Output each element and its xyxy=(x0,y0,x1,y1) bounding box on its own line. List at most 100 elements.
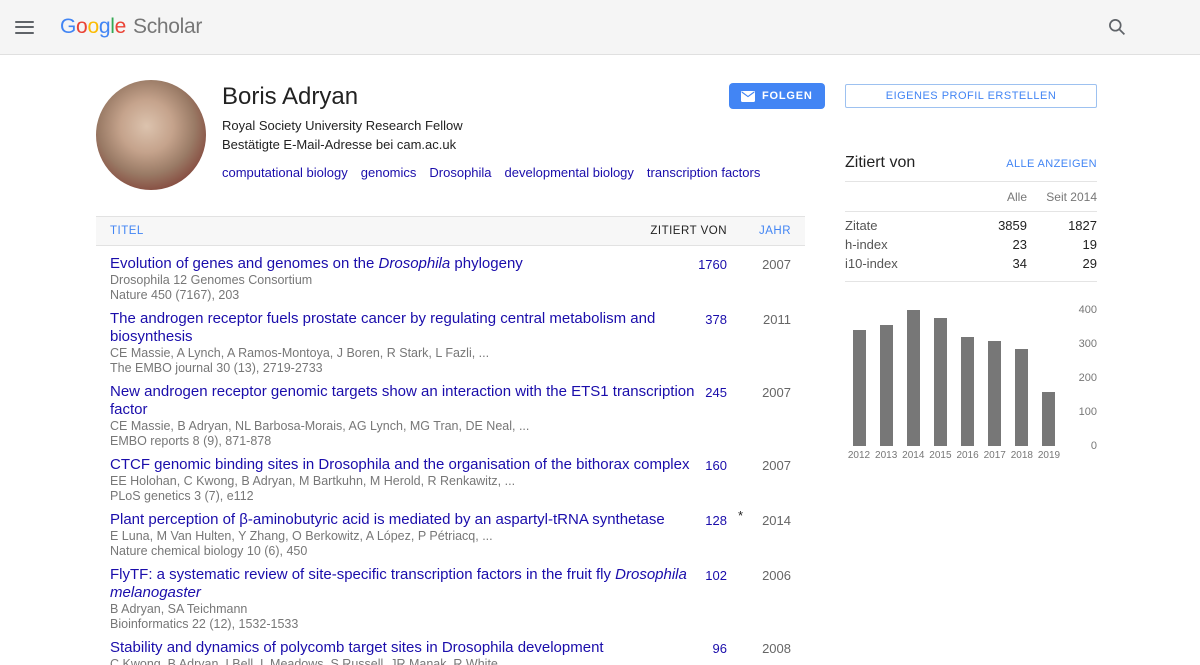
chart-bar[interactable] xyxy=(934,318,947,446)
publication-row: FlyTF: a systematic review of site-speci… xyxy=(96,563,805,636)
cited-by-count-link[interactable]: 160 xyxy=(705,458,727,473)
interest-link[interactable]: transcription factors xyxy=(647,165,760,180)
cited-by-count-link[interactable]: 378 xyxy=(705,312,727,327)
publications-table: TITEL ZITIERT VON JAHR Evolution of gene… xyxy=(96,216,805,665)
publication-row: Stability and dynamics of polycomb targe… xyxy=(96,636,805,665)
view-all-link[interactable]: ALLE ANZEIGEN xyxy=(1006,158,1097,170)
chart-year-label: 2013 xyxy=(875,450,897,461)
chart-year-label: 2015 xyxy=(929,450,951,461)
publication-row: New androgen receptor genomic targets sh… xyxy=(96,380,805,453)
interest-link[interactable]: computational biology xyxy=(222,165,348,180)
publication-title-link[interactable]: FlyTF: a systematic review of site-speci… xyxy=(110,566,730,602)
chart-bar[interactable] xyxy=(961,337,974,446)
citations-chart-bars: 20122013201420152016201720182019 xyxy=(847,310,1061,446)
chart-year-label: 2017 xyxy=(984,450,1006,461)
publication-authors: C Kwong, B Adryan, I Bell, L Meadows, S … xyxy=(110,657,730,665)
publication-authors: EE Holohan, C Kwong, B Adryan, M Bartkuh… xyxy=(110,474,730,489)
chart-bar[interactable] xyxy=(907,310,920,446)
publication-year: 2008 xyxy=(762,641,791,656)
cited-by-panel-header: Zitiert von ALLE ANZEIGEN xyxy=(845,154,1097,182)
publication-title-link[interactable]: The androgen receptor fuels prostate can… xyxy=(110,310,730,346)
chart-bar[interactable] xyxy=(1015,349,1028,446)
publication-title-link[interactable]: New androgen receptor genomic targets sh… xyxy=(110,383,730,419)
publication-row: The androgen receptor fuels prostate can… xyxy=(96,307,805,380)
publication-year: 2014 xyxy=(762,513,791,528)
publication-title-link[interactable]: Plant perception of β-aminobutyric acid … xyxy=(110,511,730,529)
chart-year-label: 2016 xyxy=(956,450,978,461)
publication-authors: CE Massie, A Lynch, A Ramos-Montoya, J B… xyxy=(110,346,730,361)
profile-interests: computational biology genomics Drosophila d… xyxy=(222,165,760,180)
chart-bar-column: 2012 xyxy=(847,330,871,446)
chart-bar[interactable] xyxy=(880,325,893,446)
scholar-logo-text: Scholar xyxy=(133,15,202,39)
metric-label: Zitate xyxy=(845,218,965,233)
chart-axis-tick: 400 xyxy=(1065,304,1097,316)
publication-list: Evolution of genes and genomes on the Dr… xyxy=(96,246,805,665)
interest-link[interactable]: Drosophila xyxy=(429,165,491,180)
metric-value-since: 19 xyxy=(1027,237,1097,252)
metric-row-i10-index: i10-index 34 29 xyxy=(845,254,1097,273)
interest-link[interactable]: genomics xyxy=(361,165,417,180)
cited-by-count-link[interactable]: 128 xyxy=(705,513,727,528)
chart-bar-column: 2013 xyxy=(874,325,898,446)
metric-label: h-index xyxy=(845,237,965,252)
publication-title-link[interactable]: Stability and dynamics of polycomb targe… xyxy=(110,639,730,657)
right-sidebar: EIGENES PROFIL ERSTELLEN Zitiert von ALL… xyxy=(845,84,1097,463)
metric-row-citations: Zitate 3859 1827 xyxy=(845,216,1097,235)
merged-citations-asterisk: * xyxy=(738,508,743,523)
cited-by-count-link[interactable]: 1760 xyxy=(698,257,727,272)
metrics-col-all: Alle xyxy=(965,190,1027,204)
google-scholar-logo[interactable]: Google Scholar xyxy=(60,15,202,39)
google-logo-colored: Google xyxy=(60,15,126,39)
metric-value-all: 23 xyxy=(965,237,1027,252)
metrics-table: Zitate 3859 1827 h-index 23 19 i10-index… xyxy=(845,212,1097,282)
interest-link[interactable]: developmental biology xyxy=(505,165,634,180)
publications-table-header: TITEL ZITIERT VON JAHR xyxy=(96,216,805,246)
metrics-col-since: Seit 2014 xyxy=(1027,190,1097,204)
profile-verified-email: Bestätigte E-Mail-Adresse bei cam.ac.uk xyxy=(222,137,760,152)
logo-letter: g xyxy=(99,15,110,38)
publication-venue: Nature chemical biology 10 (6), 450 xyxy=(110,544,730,559)
profile-name: Boris Adryan xyxy=(222,83,760,110)
profile-info: Boris Adryan Royal Society University Re… xyxy=(222,83,760,180)
chart-bar[interactable] xyxy=(853,330,866,446)
create-own-profile-button[interactable]: EIGENES PROFIL ERSTELLEN xyxy=(845,84,1097,108)
cited-by-count-link[interactable]: 245 xyxy=(705,385,727,400)
logo-letter: e xyxy=(115,15,126,38)
publication-venue: Nature 450 (7167), 203 xyxy=(110,288,730,303)
profile-photo xyxy=(96,80,206,190)
chart-axis-tick: 0 xyxy=(1065,440,1097,452)
publication-year: 2011 xyxy=(763,312,791,327)
profile-affiliation: Royal Society University Research Fellow xyxy=(222,118,760,133)
publication-title-link[interactable]: Evolution of genes and genomes on the Dr… xyxy=(110,255,730,273)
publication-row: Evolution of genes and genomes on the Dr… xyxy=(96,252,805,307)
metric-value-all: 3859 xyxy=(965,218,1027,233)
chart-axis-tick: 300 xyxy=(1065,338,1097,350)
metric-row-h-index: h-index 23 19 xyxy=(845,235,1097,254)
metrics-column-headers: Alle Seit 2014 xyxy=(845,182,1097,212)
publication-venue: Bioinformatics 22 (12), 1532-1533 xyxy=(110,617,730,632)
menu-hamburger-icon[interactable] xyxy=(15,21,34,34)
envelope-icon xyxy=(741,91,755,102)
logo-letter: G xyxy=(60,15,76,38)
metric-value-since: 29 xyxy=(1027,256,1097,271)
publication-venue: PLoS genetics 3 (7), e112 xyxy=(110,489,730,504)
search-icon[interactable] xyxy=(1108,18,1126,39)
cited-by-count-link[interactable]: 96 xyxy=(713,641,727,656)
publication-year: 2007 xyxy=(762,458,791,473)
publication-authors: CE Massie, B Adryan, NL Barbosa-Morais, … xyxy=(110,419,730,434)
publication-authors: E Luna, M Van Hulten, Y Zhang, O Berkowi… xyxy=(110,529,730,544)
chart-year-label: 2014 xyxy=(902,450,924,461)
publication-authors: Drosophila 12 Genomes Consortium xyxy=(110,273,730,288)
sort-by-title-header[interactable]: TITEL xyxy=(96,225,144,237)
chart-bar[interactable] xyxy=(1042,392,1055,446)
cited-by-count-link[interactable]: 102 xyxy=(705,568,727,583)
publication-title-link[interactable]: CTCF genomic binding sites in Drosophila… xyxy=(110,456,730,474)
chart-bar[interactable] xyxy=(988,341,1001,446)
sort-by-citations-header[interactable]: ZITIERT VON xyxy=(650,225,727,237)
follow-button[interactable]: FOLGEN xyxy=(729,83,825,109)
chart-bar-column: 2016 xyxy=(956,337,980,446)
sort-by-year-header[interactable]: JAHR xyxy=(759,225,791,237)
chart-axis-tick: 200 xyxy=(1065,372,1097,384)
chart-bar-column: 2015 xyxy=(928,318,952,446)
